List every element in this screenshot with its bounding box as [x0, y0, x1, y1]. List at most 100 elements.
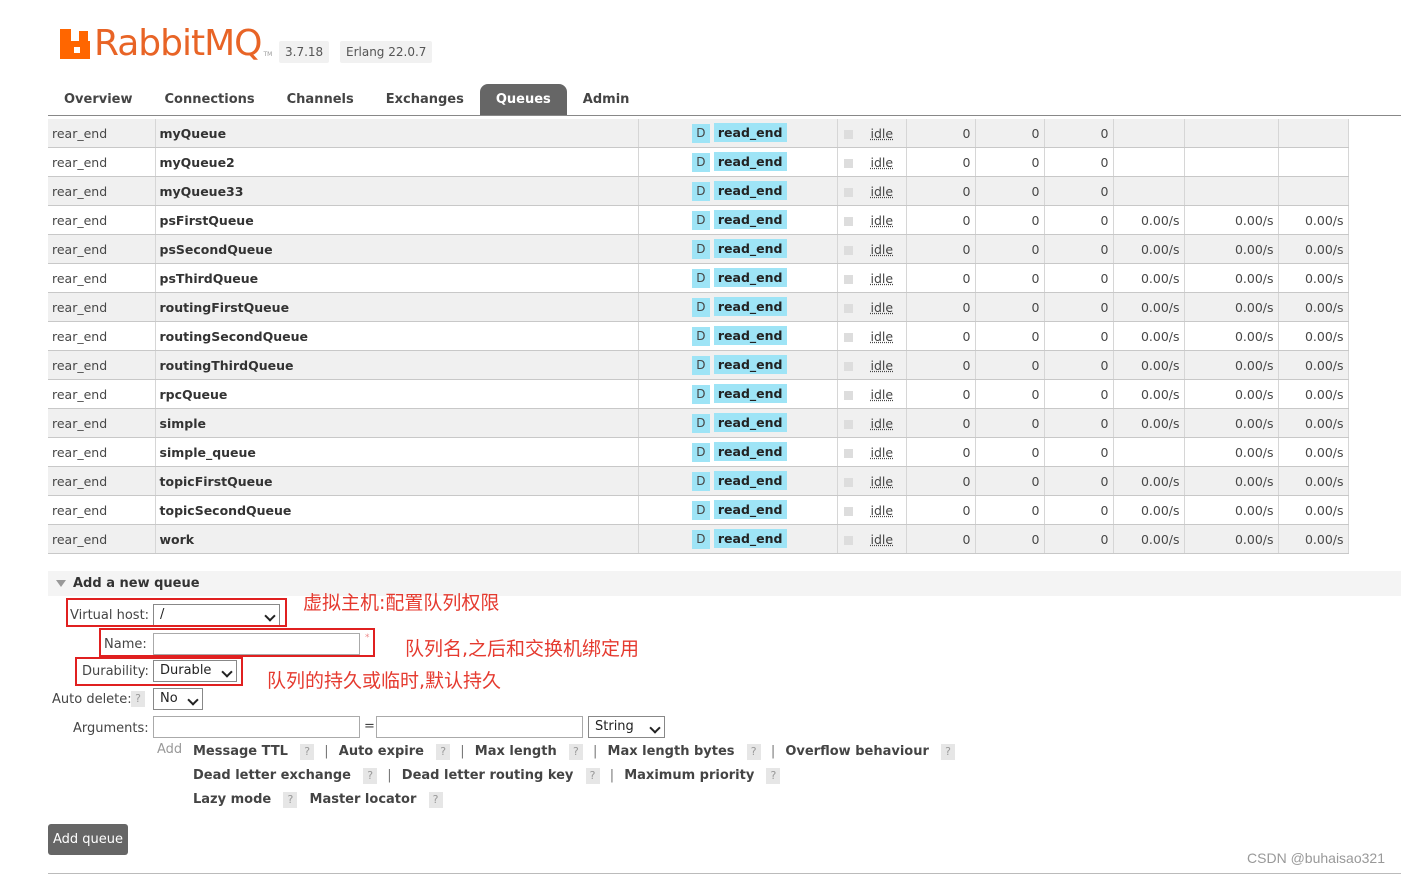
durable-badge: D	[691, 298, 710, 317]
incoming-rate-cell	[1113, 437, 1185, 467]
help-icon[interactable]: ?	[131, 691, 145, 707]
arg-max-length-link[interactable]: Max length	[475, 744, 557, 759]
table-row[interactable]: rear_end routingSecondQueue Dread_end idle 0…	[48, 321, 1349, 351]
queue-name-link[interactable]: routingThirdQueue	[155, 350, 639, 380]
table-row[interactable]: rear_end myQueue33 Dread_end idle 0 0 0	[48, 176, 1349, 206]
help-icon[interactable]: ?	[300, 744, 315, 760]
arg-overflow-behaviour-link[interactable]: Overflow behaviour	[785, 744, 929, 759]
table-row[interactable]: rear_end psFirstQueue Dread_end idle 0 0 0 0.00…	[48, 205, 1349, 235]
policy-tag[interactable]: read_end	[713, 181, 787, 200]
policy-tag[interactable]: read_end	[713, 297, 787, 316]
annotation-name: 队列名,之后和交换机绑定用	[405, 638, 640, 660]
features-cell: Dread_end	[638, 176, 838, 206]
table-row[interactable]: rear_end topicFirstQueue Dread_end idle 0 0 0 0…	[48, 466, 1349, 496]
queue-name-link[interactable]: myQueue	[155, 119, 639, 148]
table-row[interactable]: rear_end rpcQueue Dread_end idle 0 0 0 0.00/s 0.…	[48, 379, 1349, 409]
state-indicator-icon	[843, 448, 853, 458]
arg-maximum-priority-link[interactable]: Maximum priority	[624, 768, 754, 783]
queue-name-link[interactable]: rpcQueue	[155, 379, 639, 409]
arg-dead-letter-exchange-link[interactable]: Dead letter exchange	[193, 768, 351, 783]
help-icon[interactable]: ?	[941, 744, 956, 760]
queue-name-link[interactable]: routingSecondQueue	[155, 321, 639, 351]
policy-tag[interactable]: read_end	[713, 442, 787, 461]
policy-tag[interactable]: read_end	[713, 210, 787, 229]
state-label: idle	[870, 473, 894, 489]
policy-tag[interactable]: read_end	[713, 355, 787, 374]
table-row[interactable]: rear_end psThirdQueue Dread_end idle 0 0 0 0.00…	[48, 263, 1349, 293]
argument-type-select[interactable]: String	[588, 716, 665, 738]
arg-auto-expire-link[interactable]: Auto expire	[339, 744, 424, 759]
queue-name-link[interactable]: myQueue2	[155, 147, 639, 177]
queue-name-link[interactable]: myQueue33	[155, 176, 639, 206]
auto-delete-select[interactable]: No	[153, 688, 203, 710]
policy-tag[interactable]: read_end	[713, 239, 787, 258]
table-row[interactable]: rear_end simple Dread_end idle 0 0 0 0.00/s 0.00…	[48, 408, 1349, 438]
table-row[interactable]: rear_end routingFirstQueue Dread_end idle 0 0…	[48, 292, 1349, 322]
policy-tag[interactable]: read_end	[713, 529, 787, 548]
collapse-arrow-icon[interactable]	[56, 580, 66, 587]
argument-value-input[interactable]	[376, 716, 583, 738]
help-icon[interactable]: ?	[766, 768, 781, 784]
policy-tag[interactable]: read_end	[713, 152, 787, 171]
arg-max-length-bytes-link[interactable]: Max length bytes	[608, 744, 735, 759]
state-label: idle	[870, 125, 894, 141]
state-indicator-icon	[843, 361, 853, 371]
ready-cell: 0	[906, 205, 976, 235]
tab-queues[interactable]: Queues	[479, 84, 567, 115]
ready-cell: 0	[906, 350, 976, 380]
state-cell: idle	[837, 292, 907, 322]
table-row[interactable]: rear_end routingThirdQueue Dread_end idle 0 0…	[48, 350, 1349, 380]
chevron-down-icon	[187, 694, 199, 706]
table-row[interactable]: rear_end myQueue Dread_end idle 0 0 0	[48, 119, 1349, 148]
help-icon[interactable]: ?	[568, 744, 583, 760]
policy-tag[interactable]: read_end	[713, 326, 787, 345]
table-row[interactable]: rear_end simple_queue Dread_end idle 0 0 0 0.00…	[48, 437, 1349, 467]
policy-tag[interactable]: read_end	[713, 268, 787, 287]
queue-name-link[interactable]: psThirdQueue	[155, 263, 639, 293]
arg-message-ttl-link[interactable]: Message TTL	[193, 744, 288, 759]
queue-name-link[interactable]: topicFirstQueue	[155, 466, 639, 496]
state-cell: idle	[837, 147, 907, 177]
ack-rate-cell: 0.00/s	[1278, 350, 1349, 380]
arg-lazy-mode-link[interactable]: Lazy mode	[193, 792, 271, 807]
arg-master-locator-link[interactable]: Master locator	[310, 792, 417, 807]
help-icon[interactable]: ?	[746, 744, 761, 760]
policy-tag[interactable]: read_end	[713, 384, 787, 403]
features-cell: Dread_end	[638, 379, 838, 409]
add-queue-button[interactable]: Add queue	[48, 824, 128, 855]
help-icon[interactable]: ?	[436, 744, 451, 760]
policy-tag[interactable]: read_end	[713, 471, 787, 490]
policy-tag[interactable]: read_end	[713, 413, 787, 432]
tab-exchanges[interactable]: Exchanges	[370, 84, 480, 115]
policy-tag[interactable]: read_end	[713, 500, 787, 519]
table-row[interactable]: rear_end psSecondQueue Dread_end idle 0 0 0 0.0…	[48, 234, 1349, 264]
queue-name-link[interactable]: routingFirstQueue	[155, 292, 639, 322]
tab-connections[interactable]: Connections	[149, 84, 271, 115]
table-row[interactable]: rear_end myQueue2 Dread_end idle 0 0 0	[48, 147, 1349, 177]
help-icon[interactable]: ?	[283, 792, 298, 808]
add-queue-section-header[interactable]: Add a new queue	[48, 571, 1401, 596]
annotation-virtual-host: 虚拟主机:配置队列权限	[303, 592, 500, 614]
tab-overview[interactable]: Overview	[48, 84, 149, 115]
queue-name-link[interactable]: psSecondQueue	[155, 234, 639, 264]
unacked-cell: 0	[975, 321, 1045, 351]
tab-admin[interactable]: Admin	[567, 84, 646, 115]
queue-name-link[interactable]: simple_queue	[155, 437, 639, 467]
ack-rate-cell: 0.00/s	[1278, 524, 1349, 554]
queue-name-link[interactable]: simple	[155, 408, 639, 438]
queue-name-link[interactable]: psFirstQueue	[155, 205, 639, 235]
queue-name-link[interactable]: topicSecondQueue	[155, 495, 639, 525]
help-icon[interactable]: ?	[363, 768, 378, 784]
help-icon[interactable]: ?	[428, 792, 443, 808]
arg-dead-letter-routing-key-link[interactable]: Dead letter routing key	[402, 768, 574, 783]
ack-rate-cell: 0.00/s	[1278, 495, 1349, 525]
help-icon[interactable]: ?	[585, 768, 600, 784]
policy-tag[interactable]: read_end	[713, 123, 787, 142]
queue-name-link[interactable]: work	[155, 524, 639, 554]
tab-channels[interactable]: Channels	[271, 84, 370, 115]
table-row[interactable]: rear_end work Dread_end idle 0 0 0 0.00/s 0.00/s…	[48, 524, 1349, 554]
argument-key-input[interactable]	[153, 716, 360, 738]
deliver-get-rate-cell: 0.00/s	[1184, 437, 1279, 467]
state-indicator-icon	[843, 419, 853, 429]
table-row[interactable]: rear_end topicSecondQueue Dread_end idle 0 0 0…	[48, 495, 1349, 525]
